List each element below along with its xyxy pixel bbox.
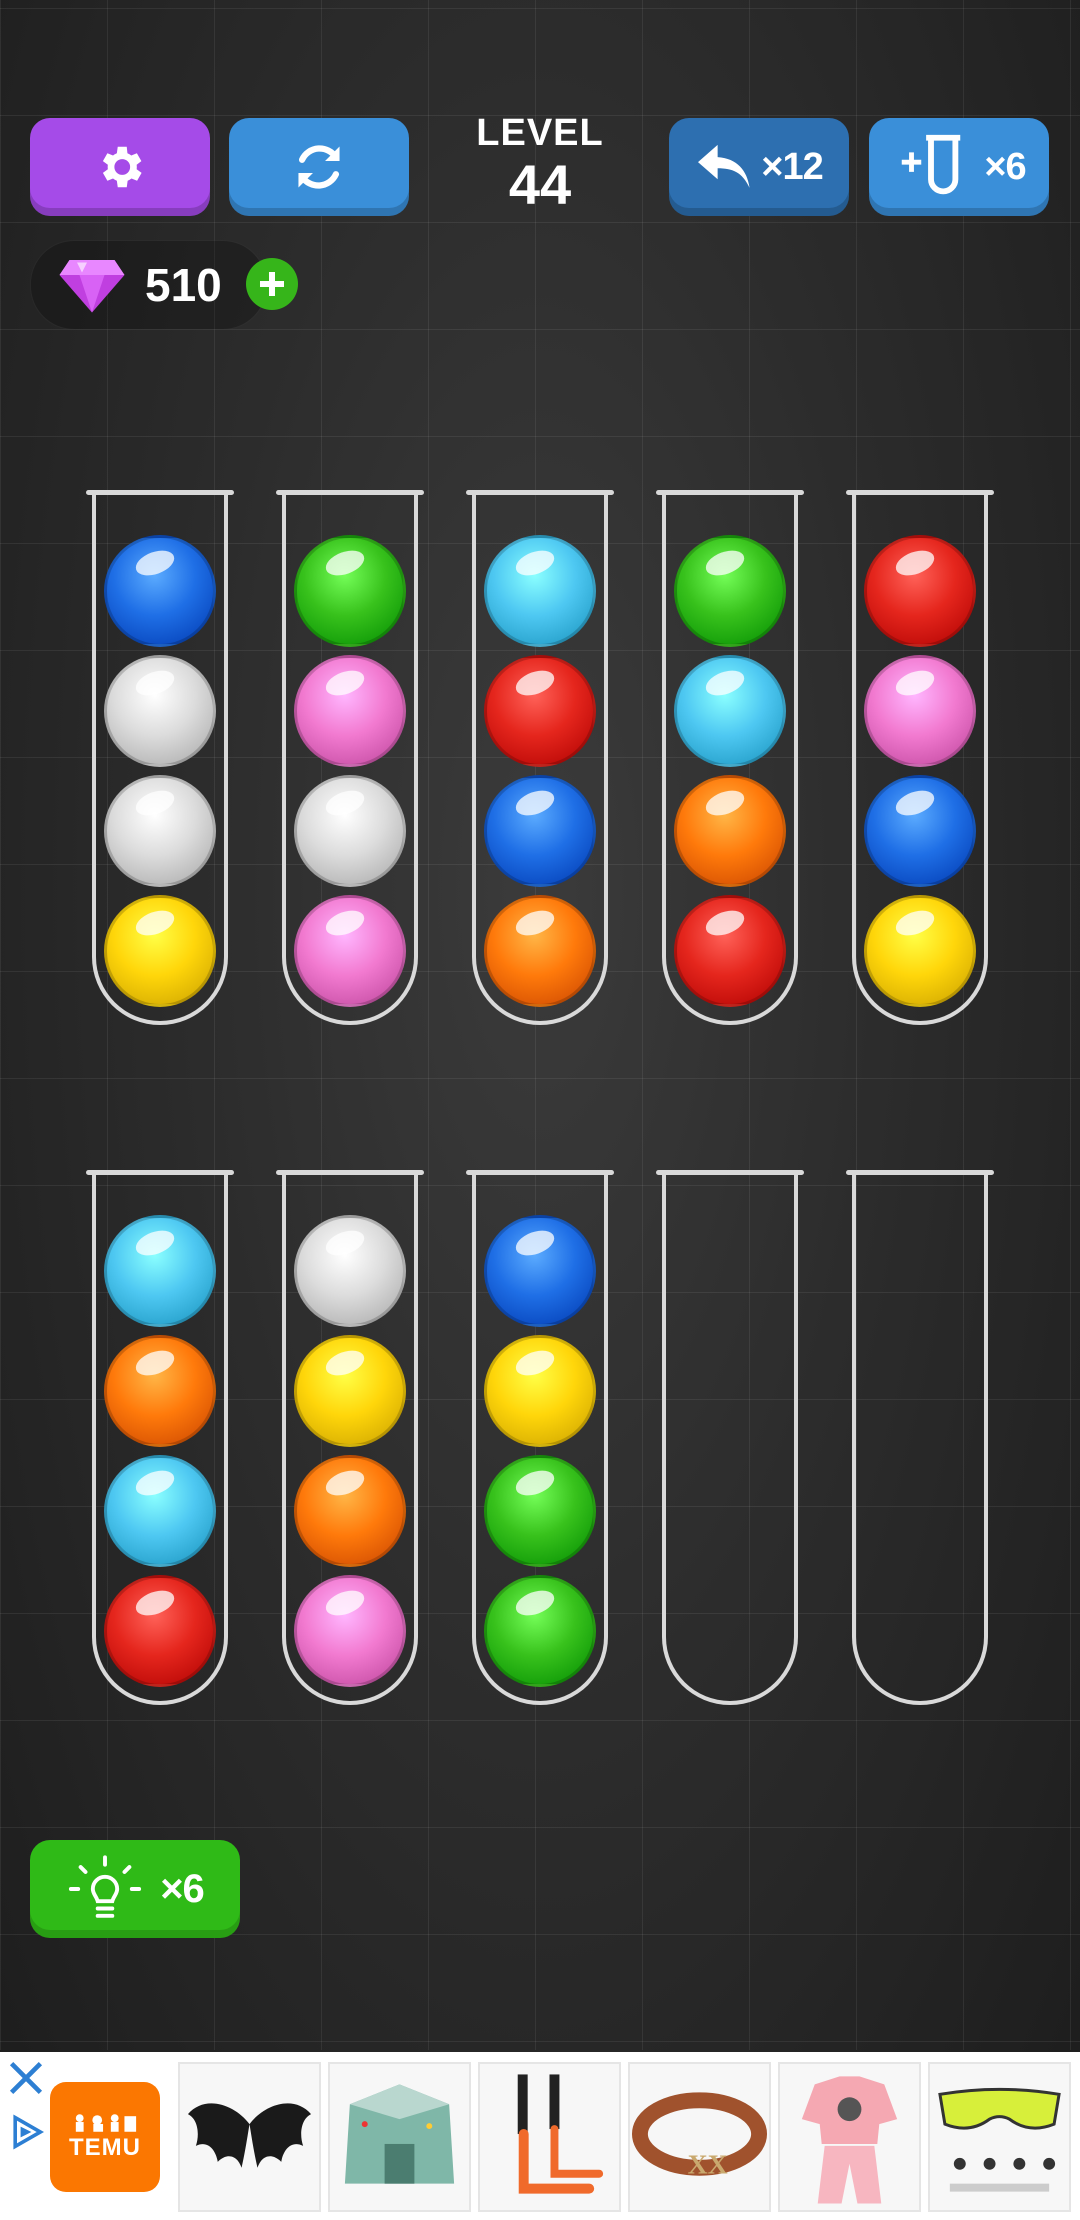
- ad-product-sport-glasses[interactable]: [928, 2062, 1071, 2212]
- ad-product-kids-outfit[interactable]: [778, 2062, 921, 2212]
- belt-image: XX: [631, 2092, 768, 2181]
- ball-cyan: [104, 1455, 216, 1567]
- ball-orange: [674, 775, 786, 887]
- ball-white: [104, 775, 216, 887]
- ball-red: [864, 535, 976, 647]
- add-tube-button[interactable]: ×6: [869, 118, 1049, 216]
- gear-icon: [102, 146, 142, 188]
- ball-white: [104, 655, 216, 767]
- ad-product-tent[interactable]: [328, 2062, 471, 2212]
- level-number: 44: [508, 153, 572, 216]
- temu-logo[interactable]: TEMU: [50, 2082, 160, 2192]
- ball-pink: [864, 655, 976, 767]
- ad-choices-icon[interactable]: [8, 2114, 44, 2150]
- ball-green: [484, 1575, 596, 1687]
- ball-cyan: [674, 655, 786, 767]
- gem-counter: 510: [30, 240, 267, 330]
- close-icon[interactable]: [8, 2060, 44, 2096]
- ad-product-bat-wings[interactable]: [178, 2062, 321, 2212]
- level-label: LEVEL: [476, 112, 604, 154]
- add-gems-button[interactable]: [246, 258, 298, 310]
- ad-product-wall-hooks[interactable]: [478, 2062, 621, 2212]
- ball-pink: [294, 895, 406, 1007]
- add-tube-icon: [902, 134, 961, 195]
- svg-text:XX: XX: [688, 2150, 728, 2181]
- ad-product-leather-belt[interactable]: XX: [628, 2062, 771, 2212]
- level-indicator: LEVEL 44: [440, 112, 640, 216]
- lightbulb-icon: [69, 1855, 142, 1918]
- ball-blue: [484, 775, 596, 887]
- diamond-icon: [59, 260, 125, 313]
- ball-yellow: [104, 895, 216, 1007]
- ball-green: [674, 535, 786, 647]
- ball-yellow: [864, 895, 976, 1007]
- settings-button[interactable]: [30, 118, 210, 216]
- plus-icon: [260, 272, 284, 296]
- add-tube-count: ×6: [984, 145, 1026, 188]
- ball-green: [294, 535, 406, 647]
- temu-brand: TEMU: [69, 2134, 141, 2161]
- ball-pink: [294, 655, 406, 767]
- undo-button[interactable]: ×12: [669, 118, 849, 216]
- temu-figures-icon: [75, 2114, 137, 2132]
- ball-red: [674, 895, 786, 1007]
- undo-arrow-icon: [698, 144, 750, 188]
- ball-orange: [104, 1335, 216, 1447]
- ball-cyan: [104, 1215, 216, 1327]
- ball-blue: [864, 775, 976, 887]
- kids-outfit-image: [801, 2076, 898, 2204]
- tube[interactable]: [852, 1175, 988, 1705]
- refresh-icon: [298, 145, 340, 189]
- ball-blue: [104, 535, 216, 647]
- sport-glasses-image: [938, 2087, 1061, 2192]
- ball-orange: [484, 895, 596, 1007]
- gem-count: 510: [145, 259, 222, 311]
- hint-button[interactable]: ×6: [30, 1840, 240, 1938]
- ball-green: [484, 1455, 596, 1567]
- ball-red: [484, 655, 596, 767]
- restart-button[interactable]: [229, 118, 409, 216]
- ball-orange: [294, 1455, 406, 1567]
- ball-pink: [294, 1575, 406, 1687]
- undo-count: ×12: [761, 145, 823, 188]
- ball-white: [294, 775, 406, 887]
- ball-white: [294, 1215, 406, 1327]
- tent-image: [344, 2084, 455, 2184]
- ball-blue: [484, 1215, 596, 1327]
- tube[interactable]: [662, 1175, 798, 1705]
- ad-banner[interactable]: TEMU XX: [0, 2052, 1080, 2220]
- hint-count: ×6: [160, 1866, 205, 1911]
- ball-cyan: [484, 535, 596, 647]
- ball-yellow: [294, 1335, 406, 1447]
- bat-wings-image: [187, 2103, 312, 2168]
- ball-yellow: [484, 1335, 596, 1447]
- ball-red: [104, 1575, 216, 1687]
- wall-hooks-image: [517, 2074, 604, 2194]
